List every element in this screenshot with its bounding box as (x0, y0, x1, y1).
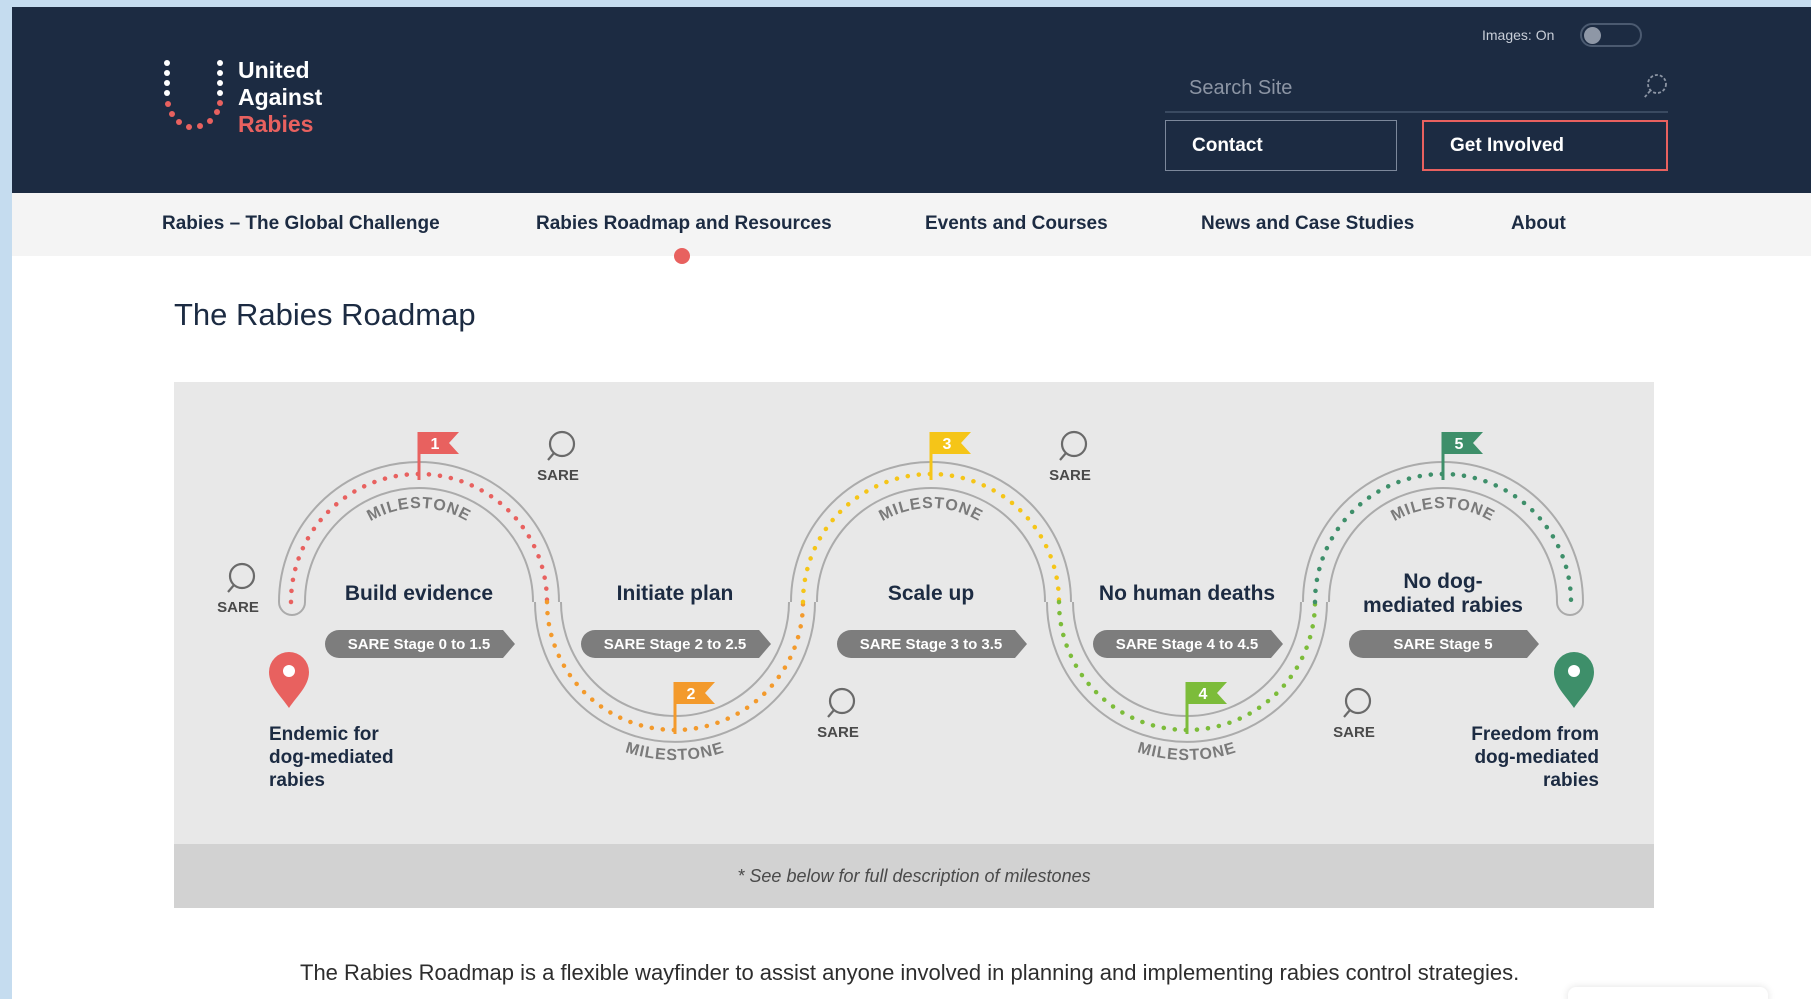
start-pin-icon-hole (283, 665, 295, 677)
stage-title: No human deaths (1099, 582, 1275, 605)
sare-magnifier-handle (547, 452, 555, 461)
stage-title: No dog- (1403, 570, 1482, 593)
search-icon[interactable] (1642, 73, 1668, 106)
images-toggle-switch[interactable] (1580, 23, 1643, 47)
sare-magnifier-icon (1060, 430, 1088, 458)
milestone-label: MILESTONE (1388, 495, 1497, 525)
milestone-label: MILESTONE (364, 495, 473, 525)
stage-badge-label: SARE Stage 3 to 3.5 (860, 636, 1003, 653)
sare-label: SARE (537, 467, 579, 484)
stage-badge-label: SARE Stage 2 to 2.5 (604, 636, 747, 653)
end-label: rabies (1543, 770, 1599, 791)
nav-item-news-case-studies[interactable]: News and Case Studies (1201, 213, 1414, 235)
contact-button[interactable]: Contact (1165, 120, 1397, 171)
stage-title: Scale up (888, 582, 974, 605)
end-pin-icon (1554, 652, 1594, 708)
flag-number: 3 (943, 436, 952, 453)
start-label: Endemic for (269, 724, 379, 745)
page-title: The Rabies Roadmap (174, 297, 476, 332)
sare-label: SARE (817, 724, 859, 741)
sare-magnifier-handle (1059, 452, 1067, 461)
nav-item-roadmap-resources[interactable]: Rabies Roadmap and Resources (536, 213, 832, 235)
flag-number: 5 (1455, 436, 1464, 453)
search-input[interactable] (1165, 67, 1631, 109)
sare-label: SARE (1333, 724, 1375, 741)
milestone-label: MILESTONE (624, 739, 727, 764)
nav-item-global-challenge[interactable]: Rabies – The Global Challenge (162, 213, 440, 235)
sare-magnifier-handle (827, 709, 835, 718)
intro-paragraph: The Rabies Roadmap is a flexible wayfind… (300, 960, 1520, 985)
stage-title: Build evidence (345, 582, 493, 605)
active-nav-indicator (674, 248, 690, 264)
site-header: United Against Rabies Images: On Contact… (12, 7, 1811, 193)
flag-number: 1 (431, 436, 440, 453)
footnote-text: * See below for full description of mile… (737, 866, 1091, 886)
sare-label: SARE (217, 599, 259, 616)
road-track (790, 461, 1072, 603)
flag-number: 4 (1199, 686, 1208, 703)
stage-badge-label: SARE Stage 5 (1393, 636, 1492, 653)
page-frame: United Against Rabies Images: On Contact… (12, 7, 1811, 999)
start-label: rabies (269, 770, 325, 791)
images-toggle-label: Images: On (1482, 27, 1555, 43)
images-toggle: Images: On (1482, 23, 1643, 47)
stage-badge-label: SARE Stage 0 to 1.5 (348, 636, 491, 653)
flag-number: 2 (687, 686, 696, 703)
sare-magnifier-icon (548, 430, 576, 458)
toggle-knob (1584, 27, 1602, 44)
sare-magnifier-icon (828, 687, 856, 715)
roadmap-diagram: MILESTONE MILESTONE MILESTONE MILESTONE MILE… (217, 430, 1599, 791)
search-box (1165, 67, 1668, 113)
main-nav: Rabies – The Global Challenge Rabies Roa… (12, 193, 1811, 256)
end-label: Freedom from (1471, 724, 1599, 745)
end-pin-icon-hole (1568, 665, 1580, 677)
stage-title: Initiate plan (617, 582, 734, 605)
logo-wordmark[interactable]: United Against Rabies (238, 57, 322, 138)
road-track (278, 461, 560, 603)
sare-magnifier-icon (228, 562, 256, 590)
nav-item-events-courses[interactable]: Events and Courses (925, 213, 1108, 235)
sare-magnifier-handle (227, 584, 235, 593)
end-label: dog-mediated (1474, 747, 1599, 768)
sare-label: SARE (1049, 467, 1091, 484)
road-end-cap (1556, 601, 1584, 616)
footnote-bar: * See below for full description of mile… (174, 844, 1654, 908)
stage-title: mediated rabies (1363, 594, 1523, 617)
milestone-label: MILESTONE (1136, 739, 1239, 764)
sare-magnifier-icon (1344, 687, 1372, 715)
floating-card (1568, 987, 1768, 999)
start-label: dog-mediated (269, 747, 394, 768)
stage-badge-label: SARE Stage 4 to 4.5 (1116, 636, 1259, 653)
start-pin-icon (269, 652, 309, 708)
get-involved-button[interactable]: Get Involved (1422, 120, 1668, 171)
sare-magnifier-handle (1343, 709, 1351, 718)
roadmap-graphic: MILESTONE MILESTONE MILESTONE MILESTONE MILE… (174, 382, 1654, 844)
milestone-label: MILESTONE (876, 495, 985, 525)
nav-item-about[interactable]: About (1511, 213, 1566, 235)
